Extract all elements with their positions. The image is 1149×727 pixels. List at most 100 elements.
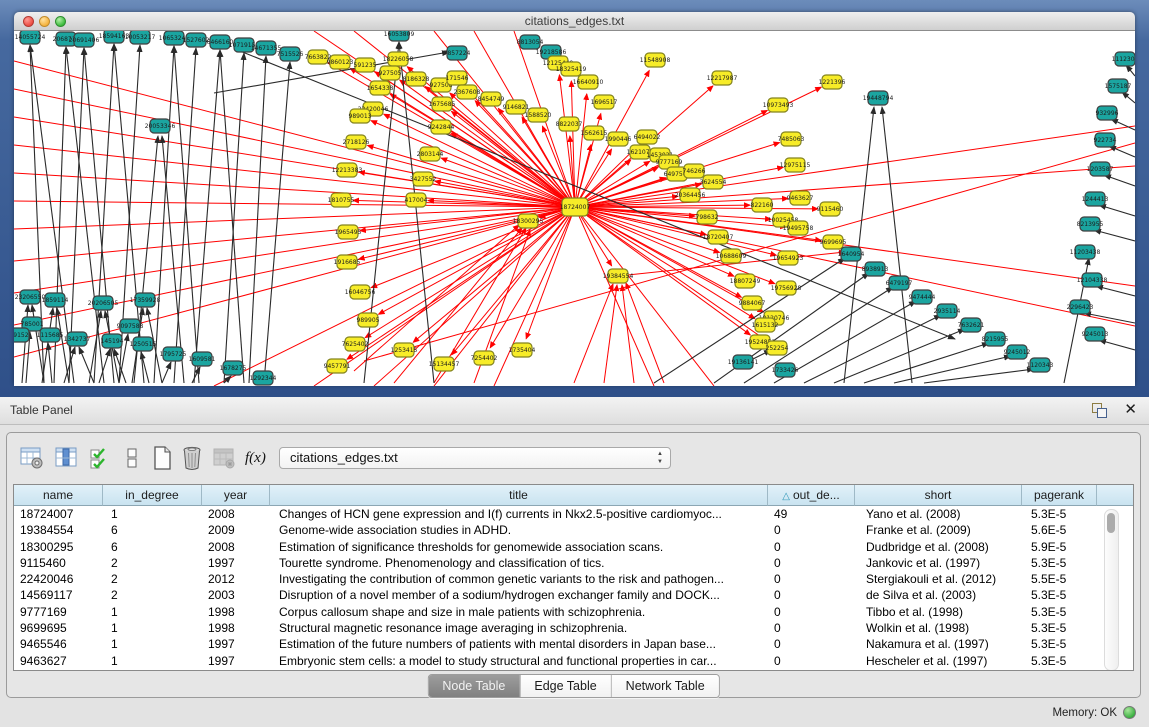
table-row[interactable]: 1456911722003Disruption of a novel membe… <box>14 587 1133 603</box>
graph-node[interactable]: 989905 <box>357 313 380 327</box>
graph-node[interactable]: 16640910 <box>573 75 604 89</box>
table-cell[interactable]: Wolkin et al. (1998) <box>855 620 1022 636</box>
window-titlebar[interactable]: citations_edges.txt <box>14 12 1135 31</box>
graph-node[interactable]: 2296423 <box>1067 300 1094 314</box>
citation-edge[interactable] <box>924 369 1034 383</box>
table-cell[interactable]: 1 <box>103 604 202 620</box>
float-window-icon[interactable] <box>1092 403 1107 418</box>
table-row[interactable]: 1938455462009Genome-wide association stu… <box>14 522 1133 538</box>
graph-node[interactable]: 16046756 <box>345 285 376 299</box>
table-cell[interactable]: 2008 <box>202 506 270 522</box>
graph-node[interactable]: 8813054 <box>517 35 544 49</box>
table-cell[interactable]: 6 <box>103 539 202 555</box>
table-cell[interactable]: 5.3E-5 <box>1022 506 1097 522</box>
select-columns-icon[interactable] <box>53 445 79 471</box>
close-panel-icon[interactable]: ✕ <box>1124 400 1137 418</box>
graph-node[interactable]: 2718126 <box>343 135 370 149</box>
table-cell[interactable]: Investigating the contribution of common… <box>270 571 768 587</box>
graph-node[interactable]: 8454749 <box>478 92 505 106</box>
graph-node[interactable]: 10688609 <box>716 249 747 263</box>
graph-node[interactable]: 1562615 <box>581 126 608 140</box>
citation-edge[interactable] <box>1126 65 1135 76</box>
table-cell[interactable]: 0 <box>768 555 855 571</box>
graph-node[interactable]: 20053346 <box>145 119 176 133</box>
citation-edge-selected[interactable] <box>434 207 575 386</box>
graph-node[interactable]: 11203438 <box>1070 245 1101 259</box>
graph-node[interactable]: 7254402 <box>471 351 498 365</box>
graph-node[interactable]: 2935114 <box>934 304 961 318</box>
graph-node[interactable]: 12213383 <box>332 163 363 177</box>
table-cell[interactable]: 2 <box>103 571 202 587</box>
table-cell[interactable]: 2 <box>103 555 202 571</box>
graph-node[interactable]: 1221396 <box>819 75 846 89</box>
graph-node[interactable]: 798632 <box>696 210 719 224</box>
graph-node[interactable]: 1654338 <box>367 81 394 95</box>
table-cell[interactable]: 0 <box>768 636 855 652</box>
graph-node[interactable]: 1965495 <box>335 225 362 239</box>
graph-node[interactable]: 7857224 <box>444 46 471 60</box>
citation-edge[interactable] <box>48 343 52 383</box>
citation-edge[interactable] <box>1094 230 1135 241</box>
table-cell[interactable]: 1 <box>103 620 202 636</box>
graph-node[interactable]: 1735404 <box>509 343 536 357</box>
citation-edge[interactable] <box>804 315 941 383</box>
column-header-pagerank[interactable]: pagerank <box>1022 485 1097 506</box>
graph-node[interactable]: 9097588 <box>117 319 144 333</box>
table-cell[interactable]: 1 <box>103 653 202 669</box>
table-cell[interactable]: 6 <box>103 522 202 538</box>
row-checklist-icon[interactable] <box>87 445 113 471</box>
graph-node[interactable]: 927505 <box>379 66 402 80</box>
citation-edge[interactable] <box>1099 205 1135 216</box>
graph-node[interactable]: 19654923 <box>773 251 804 265</box>
graph-node[interactable]: 16053809 <box>384 31 415 41</box>
graph-node[interactable]: 1859114 <box>42 293 69 307</box>
graph-node[interactable]: 7625402 <box>342 337 369 351</box>
graph-node[interactable]: 10973493 <box>763 98 794 112</box>
table-cell[interactable]: 1998 <box>202 604 270 620</box>
table-row[interactable]: 946362711997Embryonic stem cells: a mode… <box>14 653 1133 669</box>
table-cell[interactable]: Corpus callosum shape and size in male p… <box>270 604 768 620</box>
table-row[interactable]: 977716911998Corpus callosum shape and si… <box>14 604 1133 620</box>
graph-node[interactable]: 6494022 <box>634 130 661 144</box>
citation-edge[interactable] <box>194 50 220 383</box>
graph-node[interactable]: 7515526 <box>277 47 304 61</box>
node-table[interactable]: namein_degreeyeartitle△out_de...shortpag… <box>13 484 1134 671</box>
graph-node[interactable]: 1916685 <box>334 255 361 269</box>
table-cell[interactable]: Stergiakouli et al. (2012) <box>855 571 1022 587</box>
citation-edge-selected[interactable] <box>359 207 575 259</box>
network-canvas[interactable]: 1405572420687122069140618594163100532171… <box>14 31 1135 386</box>
graph-node[interactable]: 9242844 <box>428 120 455 134</box>
table-cell[interactable]: 5.3E-5 <box>1022 555 1097 571</box>
table-settings-icon[interactable] <box>19 445 45 471</box>
graph-node[interactable]: 9457791 <box>324 359 351 373</box>
graph-node[interactable]: 1527602 <box>183 33 210 47</box>
table-cell[interactable]: 1 <box>103 506 202 522</box>
graph-node[interactable]: 1120343 <box>1027 358 1054 372</box>
tab-edge-table[interactable]: Edge Table <box>519 675 610 697</box>
table-select-dropdown[interactable]: citations_edges.txt ▲▼ <box>279 447 671 469</box>
table-cell[interactable]: 0 <box>768 653 855 669</box>
graph-node[interactable]: 8215955 <box>982 332 1009 346</box>
table-cell[interactable]: 0 <box>768 620 855 636</box>
tab-node-table[interactable]: Node Table <box>428 675 519 697</box>
graph-node[interactable]: 1244413 <box>1082 192 1109 206</box>
table-cell[interactable]: Franke et al. (2009) <box>855 522 1022 538</box>
table-cell[interactable]: Disruption of a novel member of a sodium… <box>270 587 768 603</box>
graph-node[interactable]: 1675685 <box>429 97 456 111</box>
table-cell[interactable]: 19384554 <box>14 522 103 538</box>
table-row[interactable]: 969969511998Structural magnetic resonanc… <box>14 620 1133 636</box>
table-cell[interactable]: 0 <box>768 587 855 603</box>
graph-node[interactable]: 7485063 <box>778 132 805 146</box>
graph-node[interactable]: 1733426 <box>772 363 799 377</box>
citation-network-graph[interactable]: 1405572420687122069140618594163100532171… <box>14 31 1135 386</box>
column-header-in-degree[interactable]: in_degree <box>103 485 202 506</box>
graph-node[interactable]: 6479197 <box>886 276 913 290</box>
citation-edge-selected[interactable] <box>575 166 1135 207</box>
graph-node[interactable]: 9115460 <box>817 202 844 216</box>
table-cell[interactable]: 0 <box>768 522 855 538</box>
graph-node[interactable]: 1990446 <box>605 132 632 146</box>
table-cell[interactable]: 5.6E-5 <box>1022 522 1097 538</box>
graph-node[interactable]: 2803144 <box>417 147 444 161</box>
graph-node[interactable]: 417004 <box>405 193 428 207</box>
graph-node[interactable]: 9463627 <box>787 191 814 205</box>
